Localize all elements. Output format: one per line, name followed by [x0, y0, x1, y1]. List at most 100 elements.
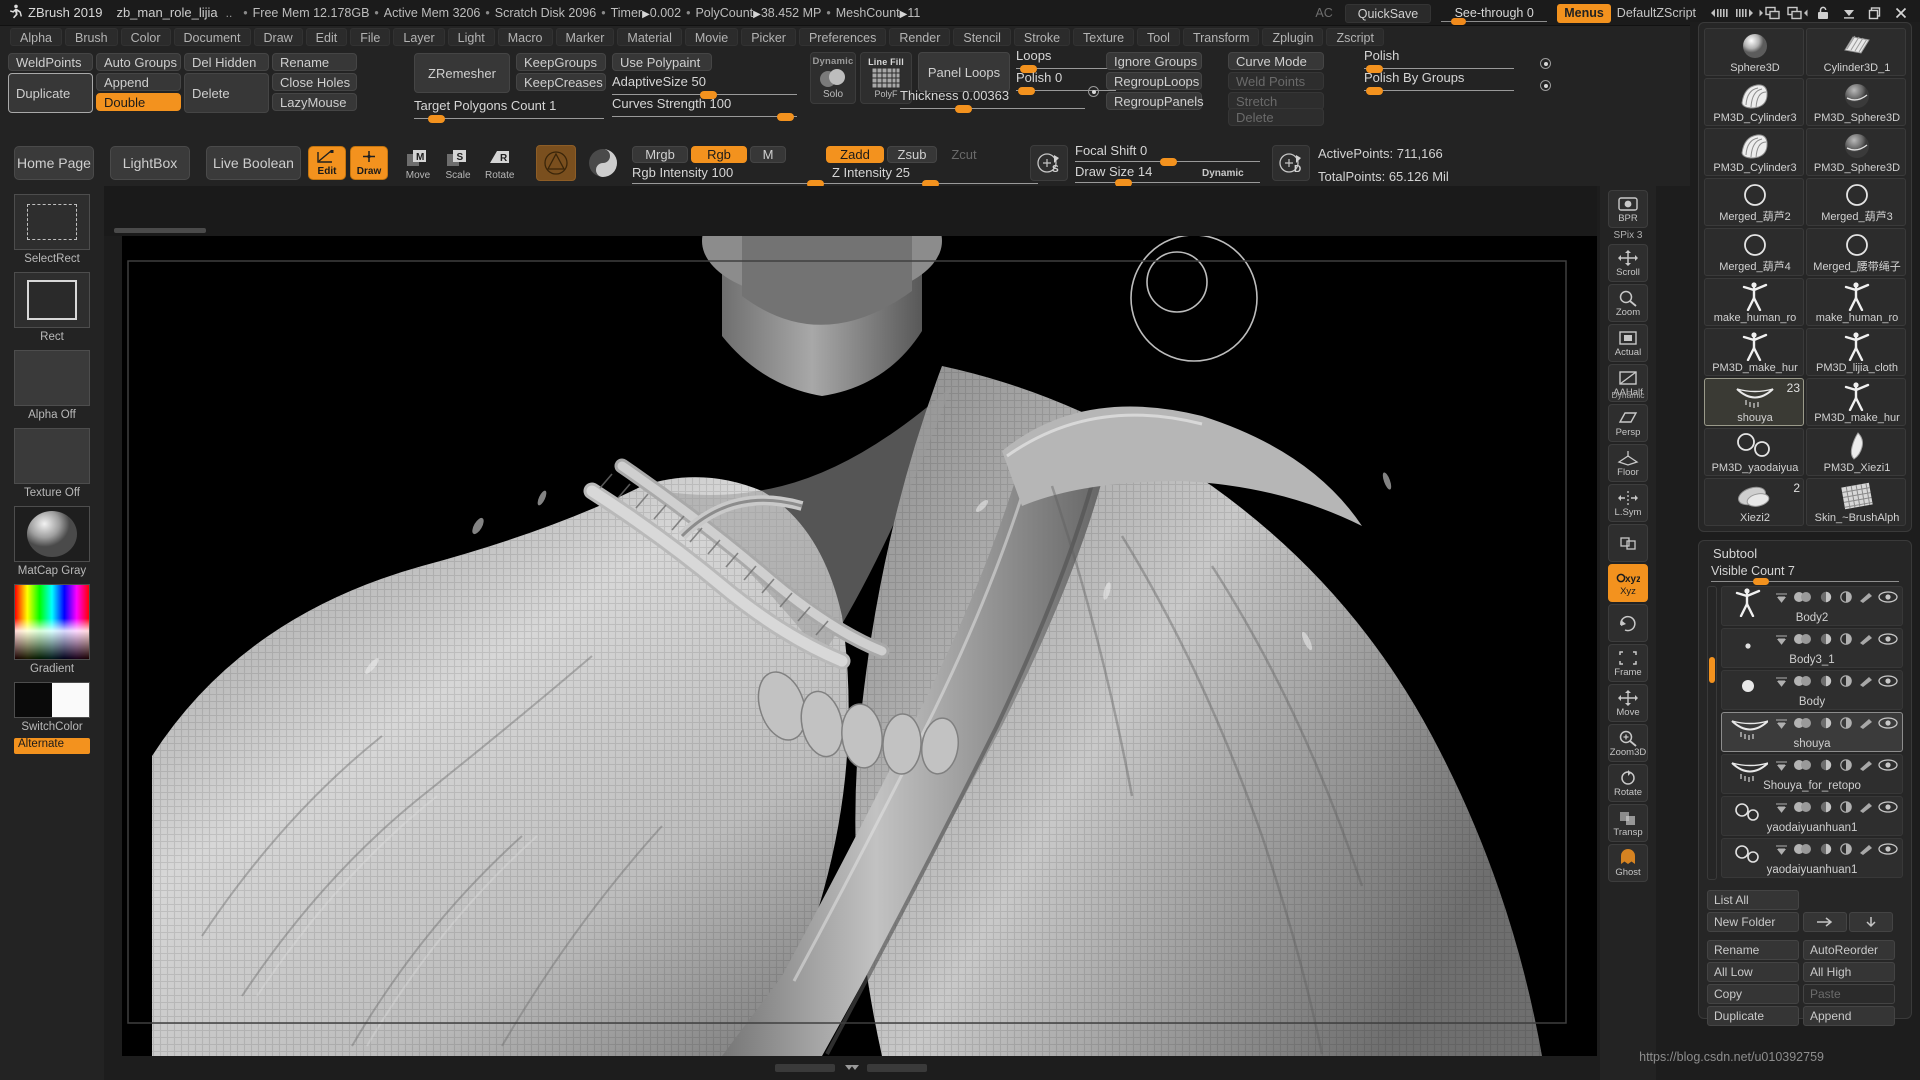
transparency-toggle-icon[interactable]	[1838, 633, 1854, 645]
eye-toggle-icon[interactable]	[1878, 633, 1898, 645]
double-button[interactable]: Double	[96, 93, 181, 111]
mrgb-button[interactable]: Mrgb	[632, 146, 688, 163]
menus-button[interactable]: Menus	[1557, 4, 1611, 23]
menu-item-render[interactable]: Render	[889, 28, 950, 46]
stroke-swatch[interactable]	[584, 145, 622, 181]
tool-cell[interactable]: PM3D_Sphere3D	[1806, 128, 1906, 176]
panelloops-button[interactable]: Panel Loops	[918, 52, 1010, 92]
paint-toggle-icon[interactable]	[1792, 843, 1814, 855]
subtool-append-button[interactable]: Append	[1803, 1006, 1895, 1026]
visible-count-slider[interactable]: Visible Count 7	[1711, 564, 1899, 578]
tool-cell[interactable]: PM3D_lijia_cloth	[1806, 328, 1906, 376]
viewport-button-transform-icon[interactable]	[1608, 524, 1648, 562]
viewport-button-frame[interactable]: Frame	[1608, 644, 1648, 682]
keepgroups-button[interactable]: KeepGroups	[516, 53, 606, 71]
tool-cell[interactable]: Merged_葫芦4	[1704, 228, 1804, 276]
alpha-swatch[interactable]: Alpha Off	[14, 350, 90, 421]
draw-button[interactable]: Draw	[350, 146, 388, 180]
arrow-down-icon[interactable]	[1775, 592, 1788, 603]
transparency-toggle-icon[interactable]	[1838, 801, 1854, 813]
alternate-button[interactable]: Alternate	[14, 738, 90, 754]
curvesstrength-slider[interactable]: Curves Strength 100	[612, 96, 797, 111]
switch-color[interactable]: SwitchColor	[14, 682, 90, 733]
menu-item-marker[interactable]: Marker	[556, 28, 615, 46]
polish-radio[interactable]	[1088, 86, 1099, 97]
subtool-scrollbar[interactable]	[1707, 586, 1717, 880]
m-button[interactable]: M	[750, 146, 786, 163]
delete-button[interactable]: Delete	[184, 73, 269, 113]
doc-scrollbar[interactable]	[114, 228, 206, 233]
liveboolean-button[interactable]: Live Boolean	[206, 146, 301, 180]
menu-item-macro[interactable]: Macro	[498, 28, 553, 46]
transparency-toggle-icon[interactable]	[1838, 843, 1854, 855]
menu-item-stroke[interactable]: Stroke	[1014, 28, 1070, 46]
menu-item-preferences[interactable]: Preferences	[799, 28, 886, 46]
bottom-segment[interactable]	[775, 1064, 835, 1072]
subtool-list-all-button[interactable]: List All	[1707, 890, 1799, 910]
polypaint-toggle-icon[interactable]	[1858, 801, 1874, 813]
keepcreases-button[interactable]: KeepCreases	[516, 73, 606, 91]
mask-toggle-icon[interactable]	[1818, 801, 1834, 813]
menu-item-material[interactable]: Material	[617, 28, 681, 46]
subtool-row[interactable]: Shouya_for_retopo	[1721, 754, 1903, 794]
menu-item-brush[interactable]: Brush	[65, 28, 118, 46]
edit-button[interactable]: Edit	[308, 146, 346, 180]
duplicate-button[interactable]: Duplicate	[8, 73, 93, 113]
arrow-down-icon[interactable]	[1775, 844, 1788, 855]
tool-cell[interactable]: Skin_~BrushAlph	[1806, 478, 1906, 526]
menu-item-light[interactable]: Light	[448, 28, 495, 46]
dynamic-solo-button[interactable]: Dynamic Solo	[810, 52, 856, 104]
subtool-all-low-button[interactable]: All Low	[1707, 962, 1799, 982]
subtool-all-high-button[interactable]: All High	[1803, 962, 1895, 982]
polish-right-radio[interactable]	[1540, 58, 1551, 69]
restore-icon[interactable]	[1862, 2, 1888, 24]
tool-cell[interactable]: PM3D_Xiezi1	[1806, 428, 1906, 476]
subtool-copy-button[interactable]: Copy	[1707, 984, 1799, 1004]
rotate-tool[interactable]: R Rotate	[485, 148, 514, 181]
polish-slider[interactable]: Polish 0	[1016, 70, 1116, 85]
material-swatch[interactable]: MatCap Gray	[14, 506, 90, 577]
zcut-button[interactable]: Zcut	[940, 146, 988, 163]
tool-cell[interactable]: 23shouya	[1704, 378, 1804, 426]
menu-item-texture[interactable]: Texture	[1073, 28, 1134, 46]
loops-slider[interactable]: Loops	[1016, 48, 1116, 63]
polypaint-toggle-icon[interactable]	[1858, 717, 1874, 729]
viewport-button-transp[interactable]: Transp	[1608, 804, 1648, 842]
menu-item-draw[interactable]: Draw	[254, 28, 303, 46]
paint-toggle-icon[interactable]	[1792, 801, 1814, 813]
polypaint-toggle-icon[interactable]	[1858, 759, 1874, 771]
adaptivesize-slider[interactable]: AdaptiveSize 50	[612, 74, 797, 89]
menu-item-edit[interactable]: Edit	[306, 28, 348, 46]
delete2-button[interactable]: Delete	[1228, 108, 1324, 126]
select-rect-swatch[interactable]: SelectRect	[14, 194, 90, 265]
zremesher-button[interactable]: ZRemesher	[414, 53, 510, 93]
document-name[interactable]: zb_man_role_lijia	[116, 5, 217, 20]
tool-cell[interactable]: make_human_ro	[1806, 278, 1906, 326]
slider-knob[interactable]	[1018, 87, 1035, 95]
eye-toggle-icon[interactable]	[1878, 759, 1898, 771]
viewport-button-actual[interactable]: Actual	[1608, 324, 1648, 362]
tool-cell[interactable]: PM3D_Cylinder3	[1704, 78, 1804, 126]
viewport-button-l.sym[interactable]: L.Sym	[1608, 484, 1648, 522]
zsub-button[interactable]: Zsub	[887, 146, 937, 163]
scroll-left-icon[interactable]	[1706, 2, 1732, 24]
tool-cell[interactable]: make_human_ro	[1704, 278, 1804, 326]
menu-item-document[interactable]: Document	[174, 28, 251, 46]
polypaint-toggle-icon[interactable]	[1858, 633, 1874, 645]
arrow-down-icon[interactable]	[1775, 802, 1788, 813]
collapse-arrows-icon[interactable]	[838, 1063, 864, 1073]
eye-toggle-icon[interactable]	[1878, 591, 1898, 603]
subtool-duplicate-button[interactable]: Duplicate	[1707, 1006, 1799, 1026]
transparency-toggle-icon[interactable]	[1838, 717, 1854, 729]
polishbygroups-slider[interactable]: Polish By Groups	[1364, 70, 1514, 85]
menu-item-layer[interactable]: Layer	[393, 28, 444, 46]
slider-knob[interactable]	[428, 115, 445, 123]
ignoregroups-button[interactable]: Ignore Groups	[1106, 52, 1202, 70]
tool-cell[interactable]: Merged_腰带绳子	[1806, 228, 1906, 276]
lightbox-button[interactable]: LightBox	[110, 146, 190, 180]
append-button[interactable]: Append	[96, 73, 181, 91]
viewport-button-zoom[interactable]: Zoom	[1608, 284, 1648, 322]
tool-cell[interactable]: Cylinder3D_1	[1806, 28, 1906, 76]
arrow-down-icon[interactable]	[1775, 760, 1788, 771]
z-intensity-slider[interactable]: Z Intensity 25	[832, 165, 1038, 180]
